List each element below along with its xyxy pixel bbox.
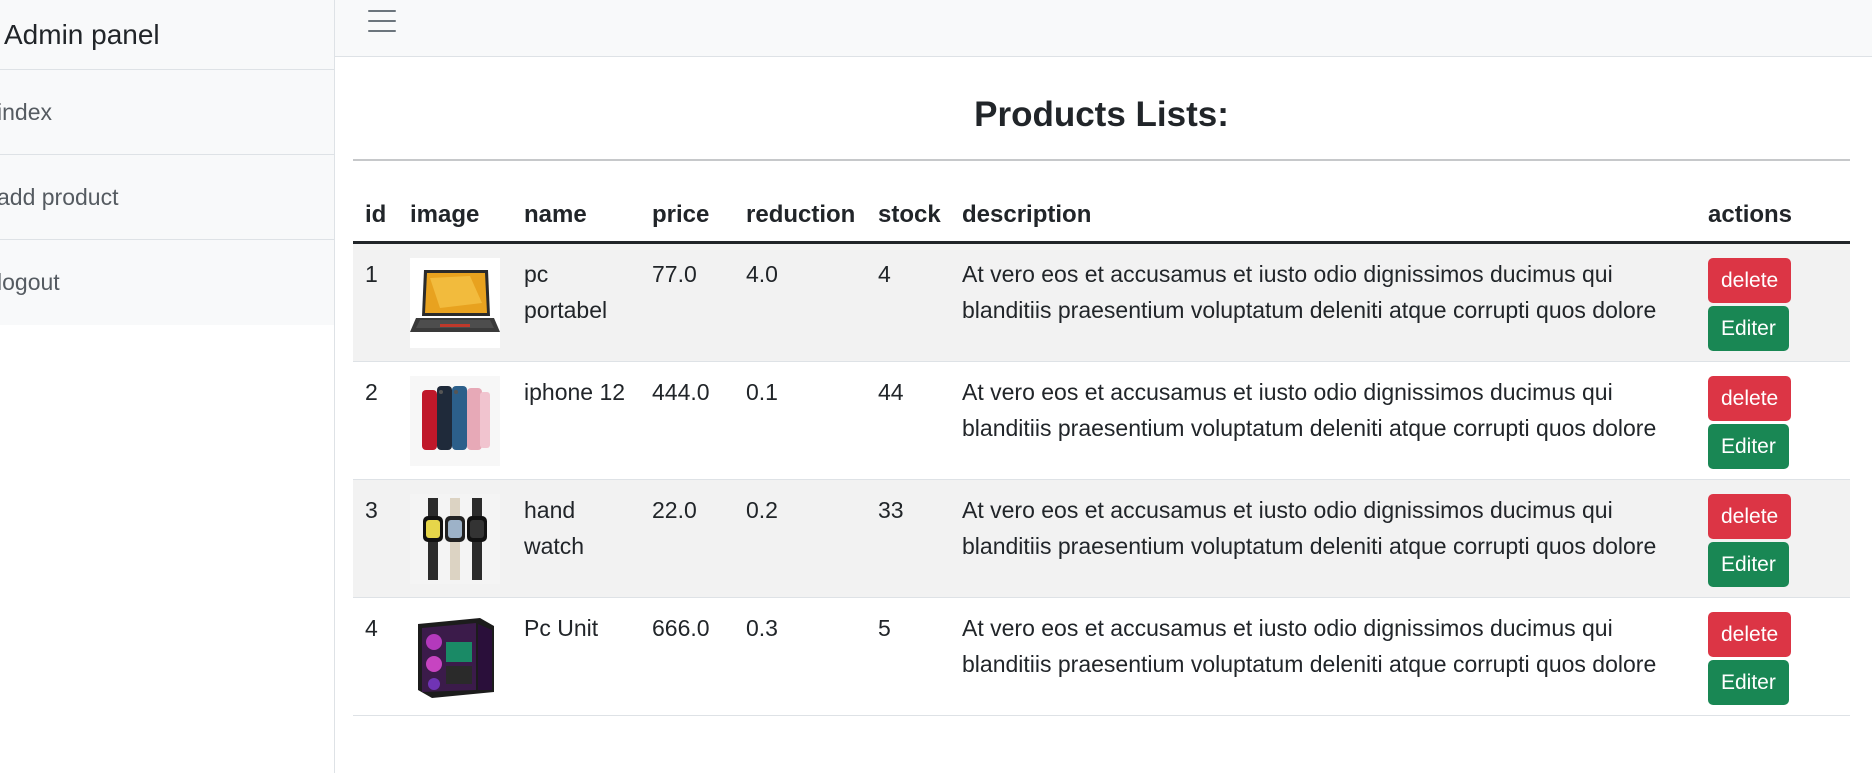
title-divider (353, 159, 1850, 161)
hamburger-menu-icon[interactable] (368, 10, 396, 32)
product-image-laptop (410, 258, 500, 348)
edit-button[interactable]: Editer (1708, 542, 1789, 587)
edit-button[interactable]: Editer (1708, 660, 1789, 705)
column-header-price: price (640, 191, 734, 244)
cell-id: 3 (353, 479, 398, 598)
table-row: 3 hand watch 22.0 0.2 33 At vero eos et … (353, 479, 1850, 598)
sidebar-item-add-product[interactable]: add product (0, 155, 334, 240)
cell-price: 444.0 (640, 361, 734, 480)
cell-id: 4 (353, 597, 398, 716)
table-row: 4 Pc Unit 666.0 0.3 5 At vero eos et acc… (353, 597, 1850, 716)
cell-name: iphone 12 (512, 361, 640, 480)
cell-price: 22.0 (640, 479, 734, 598)
cell-stock: 44 (866, 361, 950, 480)
delete-button[interactable]: delete (1708, 612, 1792, 657)
cell-description: At vero eos et accusamus et iusto odio d… (950, 242, 1696, 362)
cell-name: Pc Unit (512, 597, 640, 716)
cell-reduction: 4.0 (734, 242, 866, 362)
sidebar-item-index[interactable]: index (0, 70, 334, 155)
cell-price: 666.0 (640, 597, 734, 716)
cell-reduction: 0.1 (734, 361, 866, 480)
column-header-reduction: reduction (734, 191, 866, 244)
main-content: Products Lists: id image name price redu… (353, 57, 1850, 716)
page-title: Products Lists: (974, 95, 1229, 134)
sidebar: Admin panel index add product logout (0, 0, 335, 773)
delete-button[interactable]: delete (1708, 494, 1792, 539)
table-row: 1 pc portabel 77.0 4.0 4 At vero eos et … (353, 242, 1850, 362)
cell-id: 2 (353, 361, 398, 480)
cell-stock: 33 (866, 479, 950, 598)
column-header-stock: stock (866, 191, 950, 244)
sidebar-heading: Admin panel (0, 0, 334, 70)
sidebar-item-logout[interactable]: logout (0, 240, 334, 325)
edit-button[interactable]: Editer (1708, 424, 1789, 469)
row-actions: delete Editer (1708, 256, 1838, 351)
column-header-description: description (950, 191, 1696, 244)
table-header-row: id image name price reduction stock desc… (353, 191, 1850, 244)
product-image-pc-unit (410, 612, 500, 702)
cell-name: hand watch (512, 479, 640, 598)
table-row: 2 iphone 12 444.0 0.1 44 At vero eos et … (353, 361, 1850, 480)
edit-button[interactable]: Editer (1708, 306, 1789, 351)
column-header-id: id (353, 191, 398, 244)
top-navbar (335, 0, 1872, 57)
cell-description: At vero eos et accusamus et iusto odio d… (950, 361, 1696, 480)
cell-price: 77.0 (640, 242, 734, 362)
column-header-actions: actions (1696, 191, 1850, 244)
product-image-iphone (410, 376, 500, 466)
column-header-name: name (512, 191, 640, 244)
cell-name: pc portabel (512, 242, 640, 362)
cell-description: At vero eos et accusamus et iusto odio d… (950, 597, 1696, 716)
delete-button[interactable]: delete (1708, 258, 1792, 303)
row-actions: delete Editer (1708, 374, 1838, 469)
cell-stock: 4 (866, 242, 950, 362)
column-header-image: image (398, 191, 512, 244)
sidebar-menu: index add product logout (0, 70, 334, 325)
products-table: id image name price reduction stock desc… (353, 191, 1850, 716)
delete-button[interactable]: delete (1708, 376, 1792, 421)
cell-reduction: 0.3 (734, 597, 866, 716)
product-image-watch (410, 494, 500, 584)
row-actions: delete Editer (1708, 492, 1838, 587)
cell-id: 1 (353, 242, 398, 362)
row-actions: delete Editer (1708, 610, 1838, 705)
cell-stock: 5 (866, 597, 950, 716)
cell-description: At vero eos et accusamus et iusto odio d… (950, 479, 1696, 598)
cell-reduction: 0.2 (734, 479, 866, 598)
